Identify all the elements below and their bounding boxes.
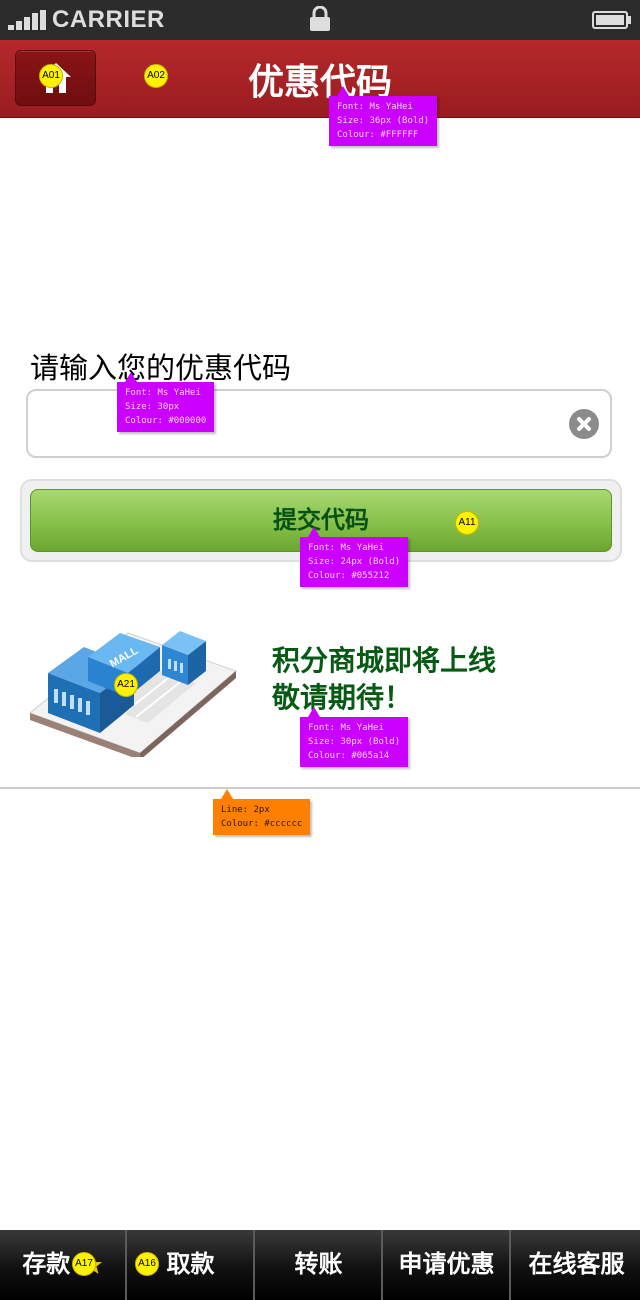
tab-online-support[interactable]: 在线客服: [513, 1230, 640, 1300]
promo-line-1: 积分商城即将上线: [272, 644, 497, 677]
clear-icon[interactable]: [569, 409, 599, 439]
lock-icon: [310, 6, 330, 31]
prompt-spec-note: Font: Ms YaHei Size: 30px Colour: #000000: [117, 372, 215, 432]
submit-spec-note: Font: Ms YaHei Size: 24px (Bold) Colour: #…: [300, 527, 409, 587]
annotation-marker-a11: A11: [455, 511, 479, 535]
battery-icon: [592, 11, 631, 29]
annotation-marker-a16: A16: [135, 1252, 159, 1276]
tab-transfer-label: 转账: [294, 1250, 343, 1278]
annotation-marker-a17: A17: [72, 1252, 96, 1276]
line-spec-note: Line: 2px Colour: #cccccc: [213, 789, 311, 835]
tab-apply-promotion[interactable]: 申请优惠: [384, 1230, 511, 1300]
tab-withdraw-label: 取款: [166, 1250, 215, 1278]
annotation-marker-a21: A21: [114, 673, 138, 697]
tab-apply-promotion-label: 申请优惠: [398, 1250, 495, 1278]
title-spec-note: Font: Ms YaHei Size: 36px (Bold) Colour: #…: [329, 86, 438, 146]
page-title: 优惠代码: [247, 62, 392, 103]
bottom-tab-bar: 存款 取款 转账 申请优惠 在线客服: [0, 1230, 640, 1300]
tab-online-support-label: 在线客服: [528, 1250, 625, 1278]
annotation-marker-a02: A02: [144, 64, 168, 88]
promo-code-input[interactable]: [26, 389, 612, 458]
promo-line-2: 敬请期待！: [272, 681, 413, 714]
header-bar: 优惠代码: [0, 40, 640, 118]
status-bar: CARRIER: [0, 0, 640, 40]
promo-message: 积分商城即将上线 敬请期待！: [272, 642, 496, 716]
tab-deposit[interactable]: 存款: [0, 1230, 127, 1300]
annotation-marker-a01: A01: [39, 64, 63, 88]
tab-deposit-label: 存款: [22, 1250, 71, 1278]
tab-transfer[interactable]: 转账: [256, 1230, 383, 1300]
carrier-name: CARRIER: [52, 6, 165, 33]
code-prompt-label: 请输入您的优惠代码: [30, 351, 292, 385]
promo-spec-note: Font: Ms YaHei Size: 30px (Bold) Colour: #…: [300, 707, 409, 767]
section-divider: [0, 787, 640, 789]
signal-icon: [8, 10, 48, 30]
